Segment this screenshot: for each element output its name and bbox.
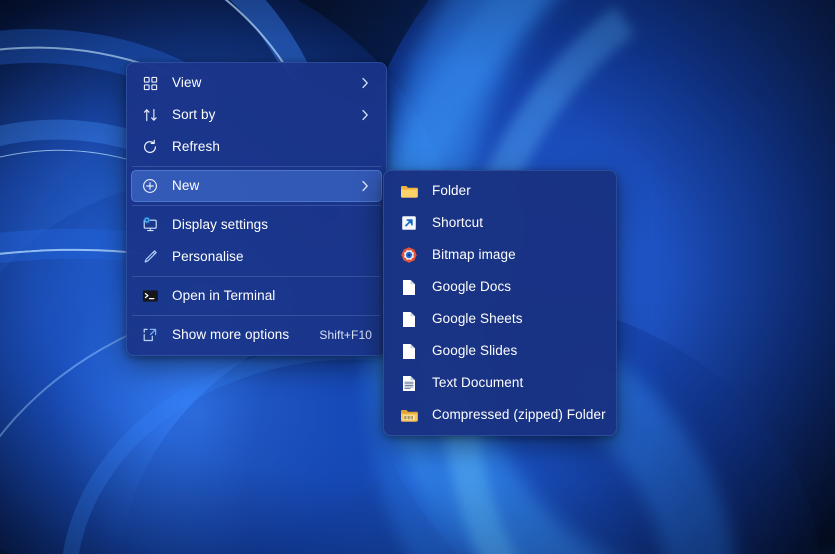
menu-item-label: New: [172, 178, 200, 194]
document-blank-icon: [398, 341, 420, 361]
document-blank-icon: [398, 309, 420, 329]
bitmap-image-icon: [398, 245, 420, 265]
expand-icon: [139, 325, 161, 345]
submenu-item-label: Google Docs: [432, 279, 512, 295]
submenu-item-shortcut[interactable]: Shortcut: [388, 207, 612, 239]
shortcut-icon: [398, 213, 420, 233]
zipped-folder-icon: [398, 405, 420, 425]
chevron-right-icon: [358, 180, 372, 192]
submenu-item-label: Google Slides: [432, 343, 518, 359]
menu-item-refresh[interactable]: Refresh: [131, 131, 382, 163]
menu-separator: [132, 315, 381, 316]
menu-item-label: Sort by: [172, 107, 216, 123]
monitor-gear-icon: [139, 215, 161, 235]
new-submenu[interactable]: Folder Shortcut Bitmap image Google Docs…: [383, 170, 617, 436]
desktop-screen: View Sort by Refresh New Display setting…: [0, 0, 835, 554]
menu-item-label: Refresh: [172, 139, 220, 155]
submenu-item-google-sheets[interactable]: Google Sheets: [388, 303, 612, 335]
submenu-item-label: Folder: [432, 183, 471, 199]
submenu-item-folder[interactable]: Folder: [388, 175, 612, 207]
menu-item-show-more-options[interactable]: Show more options Shift+F10: [131, 319, 382, 351]
chevron-right-icon: [358, 77, 372, 89]
menu-item-open-in-terminal[interactable]: Open in Terminal: [131, 280, 382, 312]
submenu-item-google-slides[interactable]: Google Slides: [388, 335, 612, 367]
submenu-item-label: Text Document: [432, 375, 524, 391]
menu-item-label: Personalise: [172, 249, 244, 265]
chevron-right-icon: [358, 109, 372, 121]
submenu-item-label: Google Sheets: [432, 311, 523, 327]
submenu-item-label: Bitmap image: [432, 247, 516, 263]
menu-item-label: Show more options: [172, 327, 290, 343]
desktop-context-menu[interactable]: View Sort by Refresh New Display setting…: [126, 62, 387, 356]
menu-item-display-settings[interactable]: Display settings: [131, 209, 382, 241]
menu-item-new[interactable]: New: [131, 170, 382, 202]
menu-item-sort-by[interactable]: Sort by: [131, 99, 382, 131]
submenu-item-label: Shortcut: [432, 215, 484, 231]
menu-separator: [132, 276, 381, 277]
menu-item-label: Display settings: [172, 217, 269, 233]
text-document-icon: [398, 373, 420, 393]
plus-circle-icon: [139, 176, 161, 196]
menu-item-label: Open in Terminal: [172, 288, 276, 304]
refresh-icon: [139, 137, 161, 157]
menu-item-personalise[interactable]: Personalise: [131, 241, 382, 273]
submenu-item-bitmap-image[interactable]: Bitmap image: [388, 239, 612, 271]
menu-item-view[interactable]: View: [131, 67, 382, 99]
menu-item-label: View: [172, 75, 202, 91]
submenu-item-compressed-folder[interactable]: Compressed (zipped) Folder: [388, 399, 612, 431]
submenu-item-google-docs[interactable]: Google Docs: [388, 271, 612, 303]
menu-separator: [132, 166, 381, 167]
grid-icon: [139, 73, 161, 93]
menu-separator: [132, 205, 381, 206]
submenu-item-text-document[interactable]: Text Document: [388, 367, 612, 399]
folder-icon: [398, 181, 420, 201]
document-blank-icon: [398, 277, 420, 297]
submenu-item-label: Compressed (zipped) Folder: [432, 407, 606, 423]
terminal-icon: [139, 286, 161, 306]
menu-item-accelerator: Shift+F10: [319, 328, 372, 342]
sort-icon: [139, 105, 161, 125]
pen-icon: [139, 247, 161, 267]
